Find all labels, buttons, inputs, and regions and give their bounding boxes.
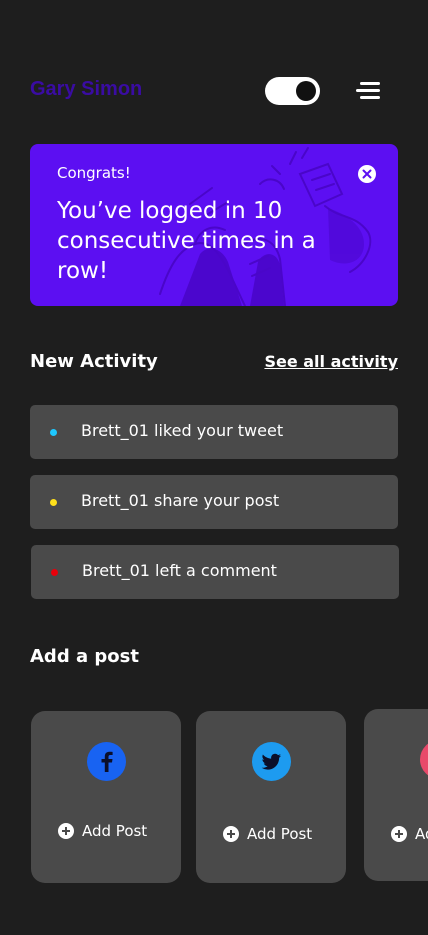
instagram-post-card[interactable]: Add Post bbox=[364, 709, 428, 881]
add-post-button[interactable]: Add Post bbox=[58, 822, 147, 840]
theme-toggle[interactable] bbox=[265, 77, 320, 105]
menu-icon[interactable] bbox=[356, 82, 380, 100]
new-activity-heading: New Activity bbox=[30, 351, 158, 372]
plus-icon bbox=[391, 826, 407, 842]
user-name: Gary Simon bbox=[30, 78, 143, 100]
see-all-activity-link[interactable]: See all activity bbox=[264, 352, 398, 371]
plus-icon bbox=[223, 826, 239, 842]
add-post-button[interactable]: Add Post bbox=[391, 825, 428, 843]
status-dot bbox=[50, 429, 57, 436]
activity-text: Brett_01 liked your tweet bbox=[81, 421, 284, 440]
status-dot bbox=[51, 569, 58, 576]
activity-item[interactable]: Brett_01 share your post bbox=[30, 475, 398, 529]
add-post-label: Add Post bbox=[82, 822, 148, 840]
facebook-post-card[interactable]: Add Post bbox=[31, 711, 181, 883]
add-post-label: Add Post bbox=[247, 825, 313, 843]
add-post-button[interactable]: Add Post bbox=[223, 825, 312, 843]
toggle-knob bbox=[296, 81, 316, 101]
plus-icon bbox=[58, 823, 74, 839]
facebook-icon bbox=[87, 742, 126, 781]
banner-label: Congrats! bbox=[57, 164, 131, 182]
app-screen: Gary Simon Congrats! You’ve logged in 10… bbox=[0, 0, 428, 935]
congrats-banner: Congrats! You’ve logged in 10 consecutiv… bbox=[30, 144, 398, 306]
activity-text: Brett_01 share your post bbox=[81, 491, 280, 510]
activity-item[interactable]: Brett_01 left a comment bbox=[31, 545, 399, 599]
twitter-post-card[interactable]: Add Post bbox=[196, 711, 346, 883]
twitter-icon bbox=[252, 742, 291, 781]
status-dot bbox=[50, 499, 57, 506]
instagram-icon bbox=[420, 740, 428, 779]
close-icon[interactable] bbox=[357, 164, 377, 184]
activity-item[interactable]: Brett_01 liked your tweet bbox=[30, 405, 398, 459]
add-post-label: Add Post bbox=[415, 825, 428, 843]
add-post-heading: Add a post bbox=[30, 646, 139, 667]
activity-text: Brett_01 left a comment bbox=[82, 561, 277, 580]
banner-message: You’ve logged in 10 consecutive times in… bbox=[57, 198, 316, 284]
